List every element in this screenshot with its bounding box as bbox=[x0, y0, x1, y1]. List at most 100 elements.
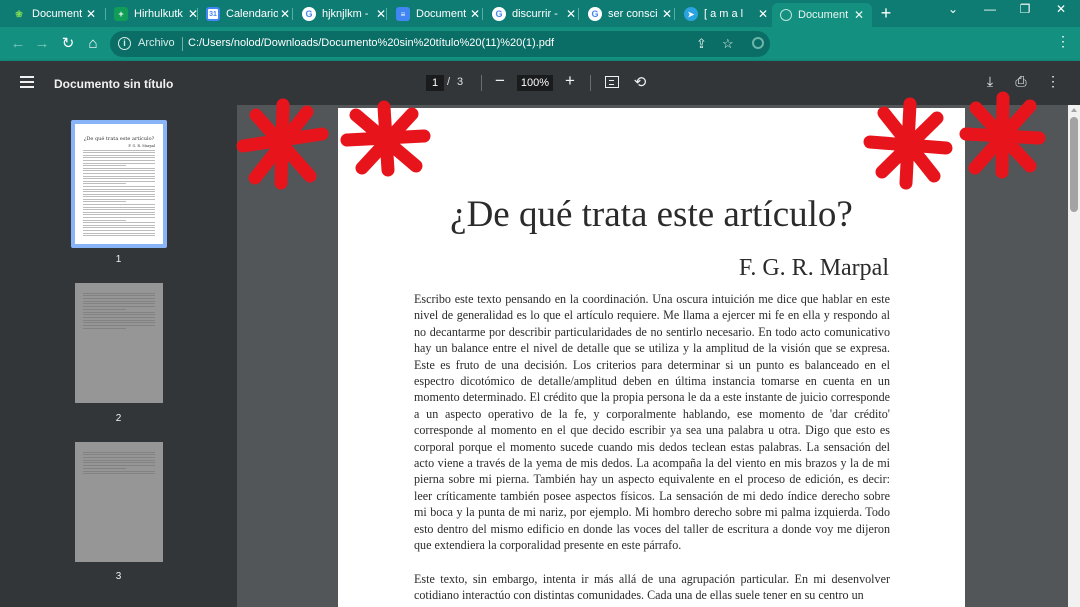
pdf-toolbar: Documento sin título 1 / 3 − 100% + ⟲ ⤓ … bbox=[0, 61, 1080, 105]
close-icon[interactable]: ✕ bbox=[84, 7, 98, 21]
zoom-in-icon[interactable]: + bbox=[562, 71, 578, 91]
tab-divider bbox=[386, 8, 387, 20]
scroll-up-icon[interactable] bbox=[1071, 108, 1077, 112]
thumbnail-number: 1 bbox=[115, 254, 122, 265]
tab-1[interactable]: ❀ Document ✕ bbox=[4, 3, 104, 25]
close-icon[interactable]: ✕ bbox=[852, 8, 866, 22]
star-icon[interactable]: ☆ bbox=[722, 36, 734, 52]
tab-9-active[interactable]: Document ✕ bbox=[772, 3, 872, 27]
thumbnail-line bbox=[83, 308, 127, 310]
tab-7[interactable]: G ser consci ✕ bbox=[580, 3, 680, 25]
thumbnail-page-3[interactable] bbox=[75, 442, 163, 562]
thumbnail-sidebar: ¿De qué trata este artículo? F. G. R. Ma… bbox=[0, 105, 237, 607]
zoom-out-icon[interactable]: − bbox=[492, 71, 508, 91]
thumbnail-line bbox=[83, 454, 155, 456]
tab-5[interactable]: ≡ Document ✕ bbox=[388, 3, 488, 25]
thumbnail-line bbox=[83, 235, 155, 237]
thumbnail-page-2[interactable] bbox=[75, 283, 163, 403]
more-options-icon[interactable]: ⋮ bbox=[1044, 73, 1062, 90]
thumbnail-line bbox=[83, 224, 155, 226]
thumbnail-line bbox=[83, 185, 155, 187]
thumbnail-line bbox=[83, 201, 127, 203]
tab-3[interactable]: 31 Calendario ✕ bbox=[198, 3, 298, 25]
omnibox[interactable]: i Archivo C:/Users/nolod/Downloads/Docum… bbox=[110, 31, 770, 57]
tab-4[interactable]: G hjknjlkm - ✕ bbox=[294, 3, 394, 25]
back-icon[interactable]: ← bbox=[8, 34, 28, 54]
reload-icon[interactable]: ↻ bbox=[58, 34, 78, 54]
thumbnail-line bbox=[83, 217, 155, 219]
thumbnail-line bbox=[83, 324, 155, 326]
tab-6[interactable]: G discurrir - ✕ bbox=[484, 3, 584, 25]
thumbnail-line bbox=[83, 183, 127, 185]
thumbnail-line bbox=[83, 462, 155, 464]
tab-search-chevron-icon[interactable]: ⌄ bbox=[938, 2, 968, 16]
menu-icon[interactable] bbox=[20, 76, 34, 88]
page-number-input[interactable]: 1 bbox=[426, 75, 444, 91]
tab-title: Hirhulkutk bbox=[134, 8, 183, 20]
fit-page-icon[interactable] bbox=[605, 76, 619, 88]
close-icon[interactable]: ✕ bbox=[278, 7, 292, 21]
site-chip[interactable]: Archivo bbox=[138, 37, 175, 49]
thumbnail-line bbox=[83, 292, 155, 294]
browser-menu-icon[interactable]: ⋮ bbox=[1056, 33, 1070, 50]
globe-icon bbox=[780, 9, 792, 21]
article-title: ¿De qué trata este artículo? bbox=[450, 194, 853, 235]
thumbnail-line bbox=[83, 165, 127, 167]
thumbnail-line bbox=[83, 191, 155, 193]
thumbnail-line bbox=[83, 180, 155, 182]
close-icon[interactable]: ✕ bbox=[660, 7, 674, 21]
tab-8[interactable]: ➤ [ a m a l ✕ bbox=[676, 3, 776, 25]
extension-icon[interactable] bbox=[752, 37, 764, 49]
tab-title: Document bbox=[32, 8, 83, 20]
document-title: Documento sin título bbox=[54, 77, 174, 91]
restore-icon[interactable]: ❐ bbox=[1010, 2, 1040, 16]
thumbnail-content: ¿De qué trata este artículo? F. G. R. Ma… bbox=[83, 132, 155, 237]
thumbnail-number: 2 bbox=[115, 413, 122, 424]
tab-strip: ❀ Document ✕ + Hirhulkutk ✕ 31 Calendari… bbox=[0, 0, 1080, 27]
thumbnail-line bbox=[83, 314, 155, 316]
rotate-icon[interactable]: ⟲ bbox=[632, 73, 648, 91]
home-icon[interactable]: ⌂ bbox=[83, 34, 103, 54]
forward-icon[interactable]: → bbox=[32, 34, 52, 54]
scrollbar-thumb[interactable] bbox=[1070, 117, 1078, 212]
thumbnail-line bbox=[83, 316, 155, 318]
thumbnail-line bbox=[83, 188, 155, 190]
thumbnail-line bbox=[83, 196, 155, 198]
thumbnail-line bbox=[83, 198, 155, 200]
thumbnail-line bbox=[83, 232, 155, 234]
download-icon[interactable]: ⤓ bbox=[981, 73, 999, 90]
zoom-input[interactable]: 100% bbox=[517, 75, 553, 91]
new-tab-button[interactable]: + bbox=[876, 3, 896, 24]
window-close-icon[interactable]: ✕ bbox=[1046, 2, 1076, 16]
google-icon: G bbox=[492, 7, 506, 21]
tab-2[interactable]: + Hirhulkutk ✕ bbox=[106, 3, 206, 25]
minimize-icon[interactable]: — bbox=[975, 2, 1005, 16]
thumbnail-page-1[interactable]: ¿De qué trata este artículo? F. G. R. Ma… bbox=[71, 120, 167, 248]
url-text[interactable]: C:/Users/nolod/Downloads/Documento%20sin… bbox=[188, 37, 554, 49]
info-icon[interactable]: i bbox=[118, 37, 131, 50]
scrollbar[interactable] bbox=[1068, 105, 1080, 607]
calendar-icon: 31 bbox=[206, 7, 220, 21]
pdf-viewer[interactable]: ¿De qué trata este artículo? F. G. R. Ma… bbox=[237, 105, 1068, 607]
leaf-icon: ❀ bbox=[15, 8, 23, 19]
tab-title: Document bbox=[798, 9, 849, 21]
thumbnail-line bbox=[83, 152, 155, 154]
address-bar: ← → ↻ ⌂ i Archivo C:/Users/nolod/Downloa… bbox=[0, 27, 1080, 61]
tab-divider bbox=[674, 8, 675, 20]
thumbnail-line bbox=[83, 154, 155, 156]
print-icon[interactable]: ⎙ bbox=[1012, 73, 1030, 90]
close-icon[interactable]: ✕ bbox=[468, 7, 482, 21]
thumbnail-author: F. G. R. Marpal bbox=[128, 144, 155, 148]
tab-divider bbox=[292, 8, 293, 20]
close-icon[interactable]: ✕ bbox=[564, 7, 578, 21]
share-icon[interactable]: ⇪ bbox=[696, 36, 707, 52]
close-icon[interactable]: ✕ bbox=[756, 7, 770, 21]
thumbnail-line bbox=[83, 211, 155, 213]
thumbnail-line bbox=[83, 322, 155, 324]
thumbnail-line bbox=[83, 473, 155, 475]
thumbnail-line bbox=[83, 467, 127, 469]
thumbnail-line bbox=[83, 193, 155, 195]
thumbnail-text-lines bbox=[83, 149, 155, 237]
tab-title: ser consci bbox=[608, 8, 658, 20]
thumbnail-text-lines bbox=[83, 291, 155, 329]
